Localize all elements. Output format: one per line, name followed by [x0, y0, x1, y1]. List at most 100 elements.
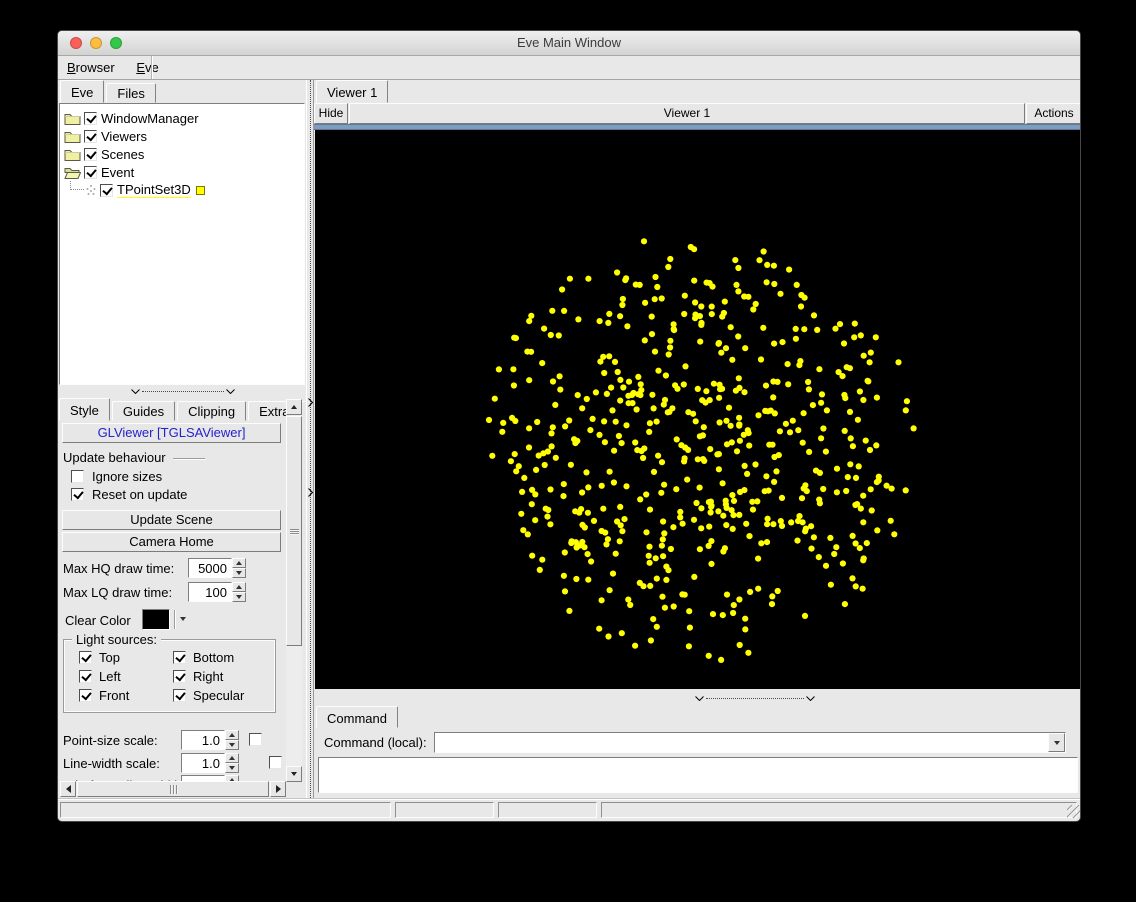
tab-clipping[interactable]: Clipping [177, 401, 246, 421]
point-size-label: Point-size scale: [63, 733, 158, 748]
scroll-left-icon[interactable] [60, 781, 76, 797]
light-checkbox[interactable] [79, 670, 92, 683]
viewer-title: Viewer 1 [349, 103, 1025, 124]
point-size-spinner[interactable]: 1.0 [181, 730, 239, 750]
line-width-checkbox[interactable] [269, 756, 282, 769]
reset-on-update-checkbox[interactable] [71, 488, 84, 501]
tab-style[interactable]: Style [59, 398, 110, 421]
spin-up-icon[interactable] [232, 558, 246, 568]
scroll-up-icon[interactable] [286, 399, 302, 415]
titlebar[interactable]: Eve Main Window [58, 31, 1080, 56]
ignore-sizes-row[interactable]: Ignore sizes [71, 469, 162, 484]
vertical-splitter[interactable] [306, 80, 314, 798]
eve-main-window: Eve Main Window Browser Eve Eve Files Wi… [57, 30, 1081, 822]
tab-eve[interactable]: Eve [60, 80, 104, 103]
spin-value[interactable]: 1.0 [181, 730, 225, 750]
clear-color-swatch[interactable] [142, 609, 170, 630]
tab-command[interactable]: Command [316, 706, 398, 728]
tab-guides[interactable]: Guides [112, 401, 175, 421]
tree-checkbox[interactable] [84, 130, 97, 143]
actions-button[interactable]: Actions [1026, 103, 1081, 124]
line-width-spinner[interactable]: 1.0 [181, 753, 239, 773]
command-tabbar: Command [316, 706, 400, 728]
max-lq-label: Max LQ draw time: [63, 585, 172, 600]
spin-down-icon[interactable] [232, 568, 246, 578]
tree-checkbox[interactable] [84, 166, 97, 179]
resize-grip[interactable] [1067, 805, 1080, 818]
light-checkbox[interactable] [173, 651, 186, 664]
open-folder-icon [64, 166, 81, 179]
ignore-sizes-checkbox[interactable] [71, 470, 84, 483]
spin-up-icon[interactable] [225, 730, 239, 740]
spin-value[interactable]: 5000 [188, 558, 232, 578]
spin-up-icon[interactable] [232, 582, 246, 592]
spin-value[interactable]: 100 [188, 582, 232, 602]
tab-files[interactable]: Files [106, 83, 155, 103]
viewer-canvas[interactable] [315, 130, 1081, 689]
update-scene-button[interactable]: Update Scene [62, 510, 281, 530]
point-size-checkbox[interactable] [249, 733, 262, 746]
menu-browser[interactable]: Browser [58, 56, 124, 79]
tree-item-tpointset3d[interactable]: TPointSet3D [64, 182, 205, 198]
glviewer-button[interactable]: GLViewer [TGLSAViewer] [62, 423, 281, 443]
light-front-row[interactable]: Front [79, 688, 129, 703]
tree-checkbox[interactable] [84, 148, 97, 161]
viewer-horizontal-splitter[interactable] [695, 693, 815, 703]
spin-down-icon[interactable] [225, 763, 239, 773]
spin-down-icon[interactable] [232, 592, 246, 602]
folder-icon [64, 130, 81, 143]
tab-viewer-1[interactable]: Viewer 1 [316, 80, 388, 103]
light-top-row[interactable]: Top [79, 650, 120, 665]
spin-value[interactable]: 1.0 [181, 753, 225, 773]
tree-checkbox[interactable] [100, 184, 113, 197]
tree-item-viewers[interactable]: Viewers [64, 128, 147, 144]
scrollbar-thumb[interactable] [286, 416, 302, 646]
light-checkbox[interactable] [79, 689, 92, 702]
chevron-down-icon [806, 696, 815, 701]
chevron-right-icon [308, 488, 313, 497]
chevron-down-icon [226, 389, 235, 394]
max-lq-spinner[interactable]: 100 [188, 582, 246, 602]
light-bottom-row[interactable]: Bottom [173, 650, 234, 665]
chevron-right-icon [308, 398, 313, 407]
reset-on-update-row[interactable]: Reset on update [71, 487, 187, 502]
tree-checkbox[interactable] [84, 112, 97, 125]
style-panel: GLViewer [TGLSAViewer] Update behaviour … [59, 421, 285, 781]
light-checkbox[interactable] [173, 670, 186, 683]
tree-item-scenes[interactable]: Scenes [64, 146, 144, 162]
clear-color-dropdown[interactable] [180, 617, 186, 621]
tree-item-windowmanager[interactable]: WindowManager [64, 110, 199, 126]
tree-item-event[interactable]: Event [64, 164, 134, 180]
command-combobox[interactable] [434, 732, 1066, 753]
tree-marker-swatch[interactable] [196, 186, 205, 195]
scroll-down-icon[interactable] [286, 766, 302, 782]
menu-eve[interactable]: Eve [127, 56, 167, 79]
combo-dropdown-button[interactable] [1048, 733, 1065, 752]
statusbar [58, 798, 1081, 820]
light-checkbox[interactable] [173, 689, 186, 702]
spin-up-icon[interactable] [225, 753, 239, 763]
light-sources-title: Light sources: [72, 632, 161, 647]
left-horizontal-splitter[interactable] [131, 386, 235, 396]
tree-connector [70, 181, 84, 190]
light-specular-row[interactable]: Specular [173, 688, 244, 703]
command-output[interactable] [318, 757, 1078, 793]
light-checkbox[interactable] [79, 651, 92, 664]
light-right-row[interactable]: Right [173, 669, 223, 684]
max-hq-spinner[interactable]: 5000 [188, 558, 246, 578]
folder-icon [64, 112, 81, 125]
scrollbar-thumb[interactable] [77, 781, 269, 797]
clear-color-label: Clear Color [65, 613, 131, 628]
point-cloud [315, 130, 1081, 689]
line-width-label: Line-width scale: [63, 756, 160, 771]
hide-button[interactable]: Hide [314, 103, 348, 124]
light-left-row[interactable]: Left [79, 669, 121, 684]
status-segment [395, 802, 494, 818]
camera-home-button[interactable]: Camera Home [62, 532, 281, 552]
command-label: Command (local): [324, 735, 427, 750]
scroll-right-icon[interactable] [270, 781, 286, 797]
status-segment [498, 802, 597, 818]
light-sources-group: Light sources: Top Bottom Left Right Fro… [63, 639, 276, 713]
pointset-icon [85, 184, 97, 196]
spin-down-icon[interactable] [225, 740, 239, 750]
